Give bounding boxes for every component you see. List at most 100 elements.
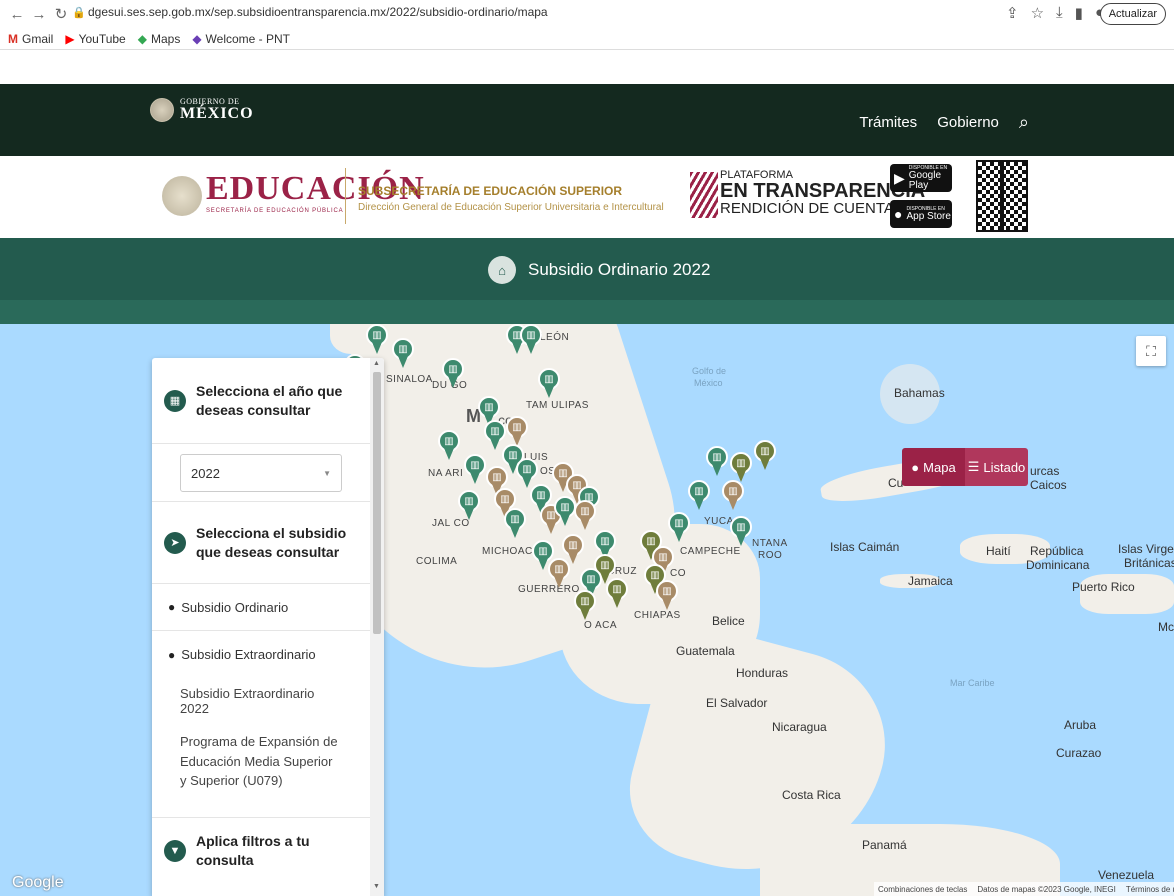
subsidy-extraordinario-2022[interactable]: Subsidio Extraordinario 2022 bbox=[152, 678, 370, 724]
map-data-attribution: Datos de mapas ©2023 Google, INEGI bbox=[977, 884, 1116, 894]
map-label: Mar Caribe bbox=[950, 678, 995, 688]
bookmark-pnt[interactable]: ◆ Welcome - PNT bbox=[192, 32, 290, 46]
star-icon[interactable]: ☆ bbox=[1031, 4, 1044, 22]
page-title: Subsidio Ordinario 2022 bbox=[528, 260, 711, 279]
subsidy-u079[interactable]: Programa de Expansión de Educación Media… bbox=[152, 724, 370, 818]
scroll-thumb[interactable] bbox=[373, 372, 381, 634]
institution-marker[interactable]: ▥ bbox=[520, 324, 542, 354]
institution-marker[interactable]: ▥ bbox=[504, 508, 526, 538]
institution-marker[interactable]: ▥ bbox=[458, 490, 480, 520]
share-icon[interactable]: ⇪ bbox=[1006, 4, 1019, 22]
gov-header: GOBIERNO DE MÉXICO Trámites Gobierno ⌕ bbox=[0, 84, 1174, 156]
institution-marker[interactable]: ▥ bbox=[554, 496, 576, 526]
scroll-up-icon[interactable]: ▲ bbox=[373, 360, 380, 367]
institution-marker[interactable]: ▥ bbox=[730, 516, 752, 546]
map-label: urcas bbox=[1030, 464, 1060, 478]
map-label: Venezuela bbox=[1098, 868, 1155, 882]
bookmark-youtube[interactable]: ▶ YouTube bbox=[65, 32, 125, 46]
map-footer: Combinaciones de teclas Datos de mapas ©… bbox=[874, 882, 1174, 896]
institution-marker[interactable]: ▥ bbox=[606, 578, 628, 608]
institution-marker[interactable]: ▥ bbox=[442, 358, 464, 388]
map-label: Bahamas bbox=[894, 386, 945, 400]
edu-banner: EDUCACIÓN SECRETARÍA DE EDUCACIÓN PÚBLIC… bbox=[0, 156, 1174, 238]
fullscreen-button[interactable]: ⛶ bbox=[1136, 336, 1166, 366]
panel-scrollbar[interactable]: ▲ ▼ bbox=[370, 358, 384, 896]
map-label: Dominicana bbox=[1026, 558, 1090, 572]
search-icon[interactable]: ⌕ bbox=[1019, 112, 1029, 133]
map-label: CHIAPAS bbox=[634, 610, 681, 621]
institution-marker[interactable]: ▥ bbox=[506, 416, 528, 446]
reload-icon[interactable]: ↻ bbox=[50, 5, 72, 23]
institution-marker[interactable]: ▥ bbox=[722, 480, 744, 510]
forward-arrow-icon[interactable]: → bbox=[28, 6, 50, 23]
list-view-button[interactable]: ☰ Listado bbox=[965, 448, 1028, 486]
app-store-button[interactable]: ● DISPONIBLE EN App Store bbox=[890, 200, 952, 228]
map-pin-icon: ● bbox=[168, 600, 176, 614]
google-play-button[interactable]: ▶ DISPONIBLE EN Google Play bbox=[890, 164, 952, 192]
building-badge-icon: ⌂ bbox=[488, 256, 516, 284]
nav-tramites[interactable]: Trámites bbox=[859, 114, 917, 131]
institution-marker[interactable]: ▥ bbox=[656, 580, 678, 610]
gov-logo[interactable]: GOBIERNO DE MÉXICO bbox=[150, 98, 254, 122]
scroll-down-icon[interactable]: ▼ bbox=[373, 883, 380, 890]
institution-marker[interactable]: ▥ bbox=[464, 454, 486, 484]
step-filters[interactable]: ▼ Aplica filtros a tu consulta bbox=[152, 818, 370, 884]
subsecretaria-title: SUBSECRETARÍA DE EDUCACIÓN SUPERIOR bbox=[358, 184, 623, 198]
bookmark-maps[interactable]: ◆ Maps bbox=[138, 32, 181, 46]
institution-marker[interactable]: ▥ bbox=[438, 430, 460, 460]
download-icon[interactable]: ⤓ bbox=[1056, 4, 1063, 22]
title-bar: ⌂ Subsidio Ordinario 2022 bbox=[0, 238, 1174, 300]
edu-subtitle: SECRETARÍA DE EDUCACIÓN PÚBLICA bbox=[206, 208, 344, 214]
institution-marker[interactable]: ▥ bbox=[392, 338, 414, 368]
map-label: CAMPECHE bbox=[680, 546, 741, 557]
banner-divider bbox=[345, 168, 346, 224]
step-select-year: ▦ Selecciona el año que deseas consultar bbox=[152, 358, 370, 444]
bookmarks-bar: M Gmail ▶ YouTube ◆ Maps ◆ Welcome - PNT bbox=[0, 28, 290, 50]
map-label: TAM ULIPAS bbox=[526, 400, 589, 411]
nav-gobierno[interactable]: Gobierno bbox=[937, 114, 999, 131]
map-view-button[interactable]: ● Mapa bbox=[902, 448, 965, 486]
map-label: Puerto Rico bbox=[1072, 580, 1135, 594]
lock-icon[interactable]: 🔒 bbox=[72, 6, 86, 19]
map-label: Aruba bbox=[1064, 718, 1097, 732]
map-label: Islas Virgen bbox=[1118, 542, 1174, 556]
institution-marker[interactable]: ▥ bbox=[538, 368, 560, 398]
subsidy-ordinario[interactable]: ● Subsidio Ordinario bbox=[152, 584, 370, 631]
play-store-icon: ▶ bbox=[894, 169, 905, 186]
map-pin-icon: ● bbox=[168, 647, 176, 662]
terms-link[interactable]: Términos de uso bbox=[1126, 885, 1174, 894]
institution-marker[interactable]: ▥ bbox=[730, 452, 752, 482]
subsidy-extraordinario[interactable]: ● Subsidio Extraordinario bbox=[152, 631, 370, 678]
year-select[interactable]: 2022 ▼ bbox=[180, 454, 342, 492]
bookmark-gmail[interactable]: M Gmail bbox=[8, 32, 53, 46]
map-label: El Salvador bbox=[706, 696, 768, 710]
map-label: NA ARI bbox=[428, 468, 464, 479]
institution-marker[interactable]: ▥ bbox=[574, 500, 596, 530]
map-label: Panamá bbox=[862, 838, 907, 852]
map-label: SINALOA bbox=[386, 374, 433, 385]
map-label: ROO bbox=[758, 550, 783, 561]
institution-marker[interactable]: ▥ bbox=[668, 512, 690, 542]
gov-nav: Trámites Gobierno ⌕ bbox=[859, 112, 1029, 133]
gov-seal-icon bbox=[150, 98, 174, 122]
view-toggle: ● Mapa ☰ Listado bbox=[902, 448, 1028, 486]
institution-marker[interactable]: ▥ bbox=[366, 324, 388, 354]
back-arrow-icon[interactable]: ← bbox=[6, 6, 28, 23]
fullscreen-icon: ⛶ bbox=[1146, 342, 1156, 359]
title-strip bbox=[0, 300, 1174, 324]
sidepanel-icon[interactable]: ▮ bbox=[1075, 4, 1083, 22]
update-button[interactable]: Actualizar bbox=[1099, 3, 1166, 25]
browser-actions: ⇪ ☆ ⤓ ▮ ● bbox=[1006, 4, 1104, 22]
map-label: Nicaragua bbox=[772, 720, 827, 734]
institution-marker[interactable]: ▥ bbox=[688, 480, 710, 510]
institution-marker[interactable]: ▥ bbox=[754, 440, 776, 470]
map-label: Jamaica bbox=[908, 574, 953, 588]
keyboard-shortcuts-link[interactable]: Combinaciones de teclas bbox=[878, 885, 967, 894]
map-label: LEÓN bbox=[540, 332, 570, 343]
map-pin-icon: ● bbox=[911, 459, 920, 475]
filter-icon: ▼ bbox=[164, 840, 186, 862]
institution-marker[interactable]: ▥ bbox=[574, 590, 596, 620]
institution-marker[interactable]: ▥ bbox=[548, 558, 570, 588]
address-bar[interactable]: dgesui.ses.sep.gob.mx/sep.subsidioentran… bbox=[88, 5, 548, 19]
institution-marker[interactable]: ▥ bbox=[706, 446, 728, 476]
